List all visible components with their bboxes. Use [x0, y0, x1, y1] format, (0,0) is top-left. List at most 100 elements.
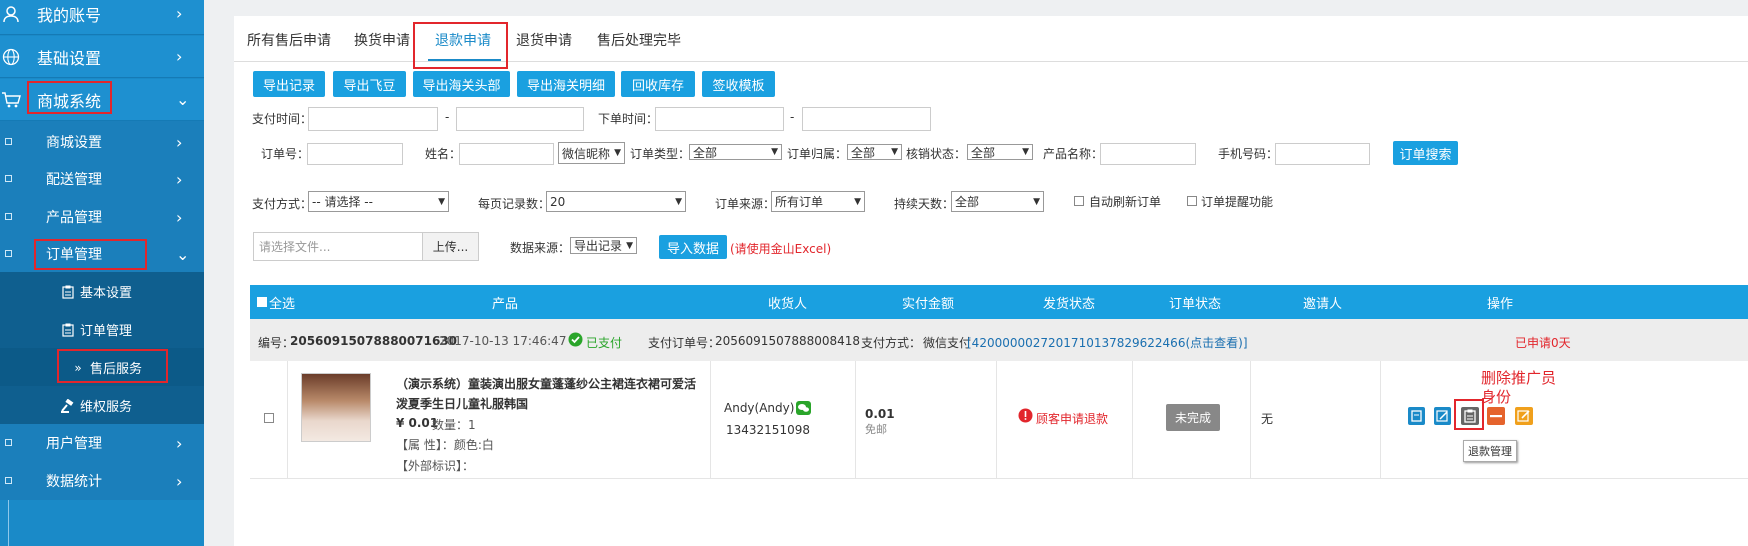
tab-completed[interactable]: 售后处理完毕	[597, 30, 681, 50]
sidebar-item-rights[interactable]: 维权服务	[0, 386, 204, 424]
chevron-down-icon: ⌄	[176, 90, 190, 109]
alert-circle-icon	[1018, 408, 1033, 427]
row-checkbox[interactable]	[264, 413, 274, 423]
tooltip: 退款管理	[1463, 440, 1517, 462]
header-amount: 实付金额	[902, 297, 955, 312]
delete-promoter-icon[interactable]	[1487, 407, 1505, 425]
import-data-button[interactable]: 导入数据	[659, 235, 727, 259]
product-title-line2[interactable]: 泼夏季生日儿童礼服韩国	[396, 395, 528, 412]
chevron-right-icon: ›	[176, 4, 183, 23]
sidebar-item-mall-settings[interactable]: 商城设置 ›	[0, 121, 204, 163]
name-type-select[interactable]: 微信昵称 ▼	[558, 142, 625, 164]
export-customs-detail-button[interactable]: 导出海关明细	[517, 71, 615, 97]
sidebar-item-my-account[interactable]: 我的账号 ›	[0, 0, 204, 35]
order-source-select[interactable]: 所有订单 ▼	[771, 191, 865, 212]
order-belong-label: 订单归属：	[787, 147, 848, 161]
chevron-right-icon: ›	[176, 169, 183, 189]
sidebar-item-statistics[interactable]: 数据统计 ›	[0, 462, 204, 500]
order-belong-select[interactable]: 全部 ▼	[847, 144, 902, 160]
gavel-icon	[60, 398, 76, 414]
name-input[interactable]	[459, 143, 554, 165]
pay-time-label: 支付时间：	[252, 112, 313, 126]
product-thumbnail[interactable]	[301, 373, 371, 442]
order-status-badge: 未完成	[1166, 404, 1220, 431]
upload-button[interactable]: 上传...	[422, 232, 479, 261]
pay-method-label: 支付方式：	[861, 336, 922, 350]
export-feidou-button[interactable]: 导出飞豆	[333, 71, 406, 97]
pay-time-start-input[interactable]	[308, 107, 438, 131]
select-all-checkbox[interactable]	[257, 297, 267, 307]
buyer-name: Andy(Andy)	[724, 401, 795, 415]
export-records-button[interactable]: 导出记录	[253, 71, 325, 97]
table-row: （演示系统）童装演出服女童蓬蓬纱公主裙连衣裙可爱活 泼夏季生日儿童礼服韩国 ¥ …	[250, 361, 1748, 479]
order-source-label: 订单来源：	[715, 197, 776, 211]
chevron-right-icon: ›	[176, 47, 183, 66]
order-remind-checkbox[interactable]	[1187, 196, 1197, 206]
product-name-label: 产品名称：	[1043, 147, 1104, 161]
sidebar-item-label: 基本设置	[80, 285, 133, 301]
sidebar-item-basic-setup[interactable]: 基本设置	[0, 272, 204, 310]
column-divider	[1250, 361, 1251, 479]
order-time-start-input[interactable]	[655, 107, 784, 131]
table-header: 全选 产品 收货人 实付金额 发货状态 订单状态 邀请人 操作	[250, 285, 1748, 319]
sidebar: 我的账号 › 基础设置 › 商城系统 ⌄ 商城设置 › 配送管理 › 产品管理 …	[0, 0, 204, 546]
pay-method-value: 微信支付	[923, 336, 972, 350]
order-no-input[interactable]	[307, 143, 403, 165]
pay-time-end-input[interactable]	[456, 107, 584, 131]
tab-all[interactable]: 所有售后申请	[247, 30, 331, 50]
sidebar-item-products[interactable]: 产品管理 ›	[0, 196, 204, 238]
transaction-link[interactable]: [4200000027201710137829622466(点击查看)]	[967, 334, 1248, 351]
per-page-select[interactable]: 20 ▼	[546, 191, 686, 212]
duration-select[interactable]: 全部 ▼	[951, 191, 1044, 212]
recycle-stock-button[interactable]: 回收库存	[621, 71, 695, 97]
sidebar-item-delivery[interactable]: 配送管理 ›	[0, 158, 204, 200]
pay-method-select[interactable]: -- 请选择 -- ▼	[308, 191, 449, 212]
header-select-all[interactable]: 全选	[269, 293, 295, 312]
tab-return[interactable]: 退货申请	[516, 30, 572, 50]
pay-no: 2056091507888008418	[715, 334, 861, 348]
verify-status-select[interactable]: 全部 ▼	[967, 144, 1033, 160]
file-path-input[interactable]: 请选择文件...	[253, 232, 423, 261]
column-divider	[710, 361, 711, 479]
sign-template-button[interactable]: 签收模板	[702, 71, 775, 97]
sidebar-item-basic-settings[interactable]: 基础设置 ›	[0, 36, 204, 78]
cart-icon	[0, 89, 22, 111]
order-search-button[interactable]: 订单搜索	[1393, 141, 1458, 165]
product-name-input[interactable]	[1100, 143, 1196, 165]
phone-input[interactable]	[1275, 143, 1370, 165]
sidebar-item-users[interactable]: 用户管理 ›	[0, 424, 204, 462]
auto-refresh-checkbox[interactable]	[1074, 196, 1084, 206]
product-title-line1[interactable]: （演示系统）童装演出服女童蓬蓬纱公主裙连衣裙可爱活	[396, 375, 696, 392]
data-source-select[interactable]: 导出记录 ▼	[570, 237, 637, 254]
chevron-right-icon: ›	[176, 471, 183, 491]
edit-icon[interactable]	[1434, 407, 1451, 425]
date-separator: -	[790, 110, 795, 124]
clipboard-icon	[60, 284, 76, 300]
highlight-box	[1454, 399, 1484, 430]
sidebar-item-order-management[interactable]: 订单管理	[0, 310, 204, 348]
sidebar-item-label: 订单管理	[80, 323, 133, 339]
applied-days: 已申请0天	[1515, 336, 1571, 350]
phone-label: 手机号码：	[1218, 147, 1279, 161]
note-icon[interactable]	[1408, 407, 1425, 425]
order-type-select[interactable]: 全部 ▼	[689, 144, 782, 160]
tree-node	[5, 175, 12, 182]
column-divider	[287, 361, 288, 479]
header-receiver: 收货人	[768, 297, 808, 312]
sidebar-item-label: 产品管理	[46, 210, 102, 226]
sidebar-item-label: 商城设置	[46, 135, 102, 151]
order-remind-label: 订单提醒功能	[1201, 195, 1274, 209]
per-page-label: 每页记录数：	[478, 197, 551, 211]
column-divider	[996, 361, 997, 479]
order-time-end-input[interactable]	[802, 107, 931, 131]
header-order-status: 订单状态	[1169, 297, 1222, 312]
tab-exchange[interactable]: 换货申请	[354, 30, 410, 50]
memo-edit-icon[interactable]	[1515, 407, 1533, 425]
name-label: 姓名：	[425, 147, 462, 161]
tree-node	[5, 138, 12, 145]
pay-no-label: 支付订单号：	[648, 336, 721, 350]
export-customs-header-button[interactable]: 导出海关头部	[413, 71, 510, 97]
product-quantity: 数量：1	[432, 418, 476, 432]
tree-node	[5, 439, 12, 446]
header-ship-status: 发货状态	[1043, 297, 1096, 312]
